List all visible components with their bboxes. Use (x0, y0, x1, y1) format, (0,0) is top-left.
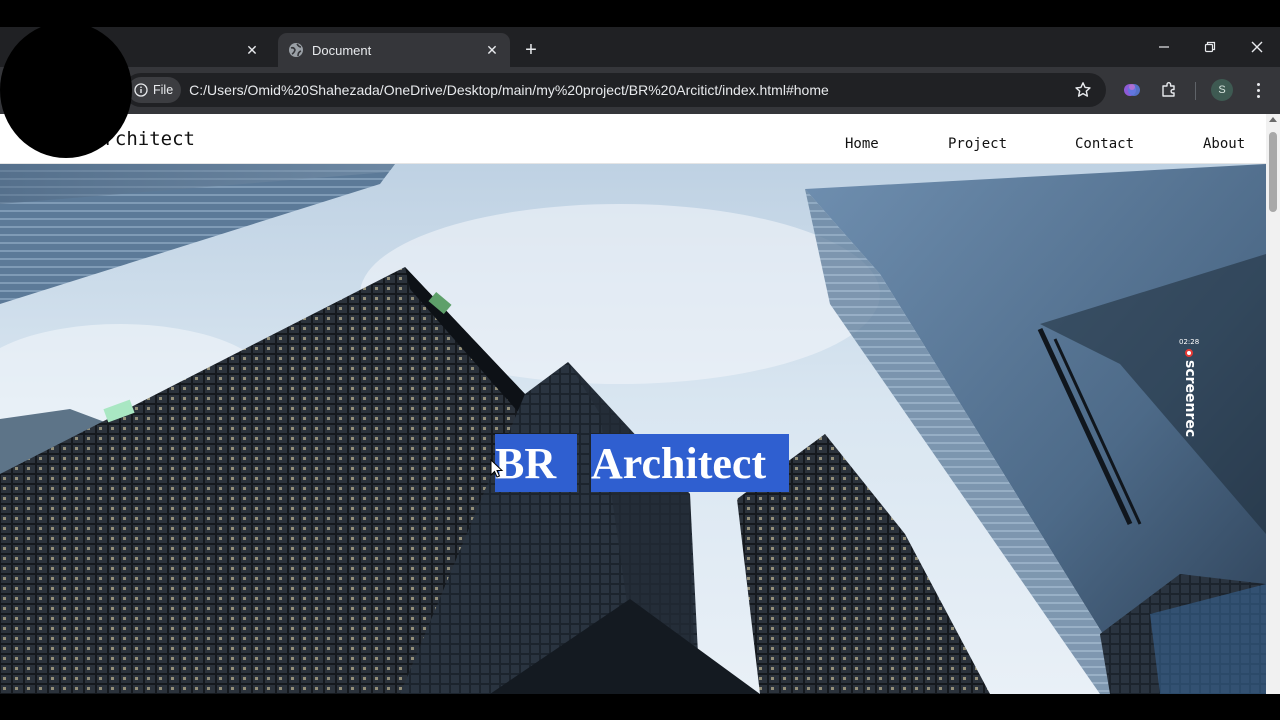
toolbar: File C:/Users/Omid%20Shahezada/OneDrive/… (0, 67, 1280, 114)
toolbar-divider (1195, 82, 1196, 100)
nav-link-about[interactable]: About (1203, 136, 1245, 152)
nav-link-contact[interactable]: Contact (1075, 136, 1134, 152)
new-tab-button[interactable]: + (518, 37, 544, 63)
page-viewport: Architect Home Project Contact About BR … (0, 114, 1266, 694)
close-icon[interactable] (1234, 33, 1280, 61)
mouse-cursor-icon (490, 459, 504, 478)
site-info-chip[interactable]: File (128, 77, 182, 103)
recorder-watermark: 02:28 screenrec (1176, 338, 1206, 438)
letterbox-bottom (0, 694, 1280, 720)
browser-chrome: ✕ Document ✕ + File C:/Users/Omid%20Shah… (0, 27, 1280, 114)
nav-link-project[interactable]: Project (948, 136, 1007, 152)
tab-title: Document (312, 42, 372, 58)
info-icon (134, 83, 148, 97)
webcam-overlay (0, 22, 132, 158)
extensions-puzzle-icon[interactable] (1159, 80, 1179, 100)
address-bar[interactable]: File C:/Users/Omid%20Shahezada/OneDrive/… (124, 73, 1106, 107)
tab-active[interactable]: Document ✕ (278, 33, 510, 67)
tab-close-icon[interactable]: ✕ (240, 38, 264, 62)
bookmark-star-icon[interactable] (1074, 81, 1092, 99)
record-dot-icon (1185, 349, 1193, 357)
tab-close-icon[interactable]: ✕ (480, 38, 504, 62)
profile-avatar[interactable]: S (1211, 79, 1233, 101)
restore-icon[interactable] (1187, 33, 1233, 61)
hero-background-image (0, 114, 1266, 694)
letterbox-top (0, 0, 1280, 27)
scrollbar-thumb[interactable] (1269, 132, 1277, 212)
url-text[interactable]: C:/Users/Omid%20Shahezada/OneDrive/Deskt… (189, 82, 829, 98)
hero-word-architect: Architect (591, 434, 789, 492)
hero-title-word-1: BR (495, 434, 577, 492)
tab-strip: ✕ Document ✕ + (0, 27, 1280, 67)
scroll-up-arrow-icon[interactable] (1269, 117, 1277, 122)
extension-brain-icon[interactable] (1122, 80, 1142, 100)
nav-link-home[interactable]: Home (845, 136, 879, 152)
hero-title-word-2: Architect (591, 434, 789, 492)
globe-icon (288, 42, 304, 58)
chip-label: File (153, 83, 174, 97)
page-scrollbar[interactable] (1266, 114, 1280, 694)
site-navbar: Architect Home Project Contact About (0, 114, 1266, 164)
recorder-brand: screenrec (1182, 360, 1198, 438)
menu-kebab-icon[interactable] (1250, 80, 1266, 100)
recorder-time: 02:28 (1179, 338, 1200, 346)
hero-word-br: BR (495, 434, 577, 492)
minimize-icon[interactable] (1141, 33, 1187, 61)
